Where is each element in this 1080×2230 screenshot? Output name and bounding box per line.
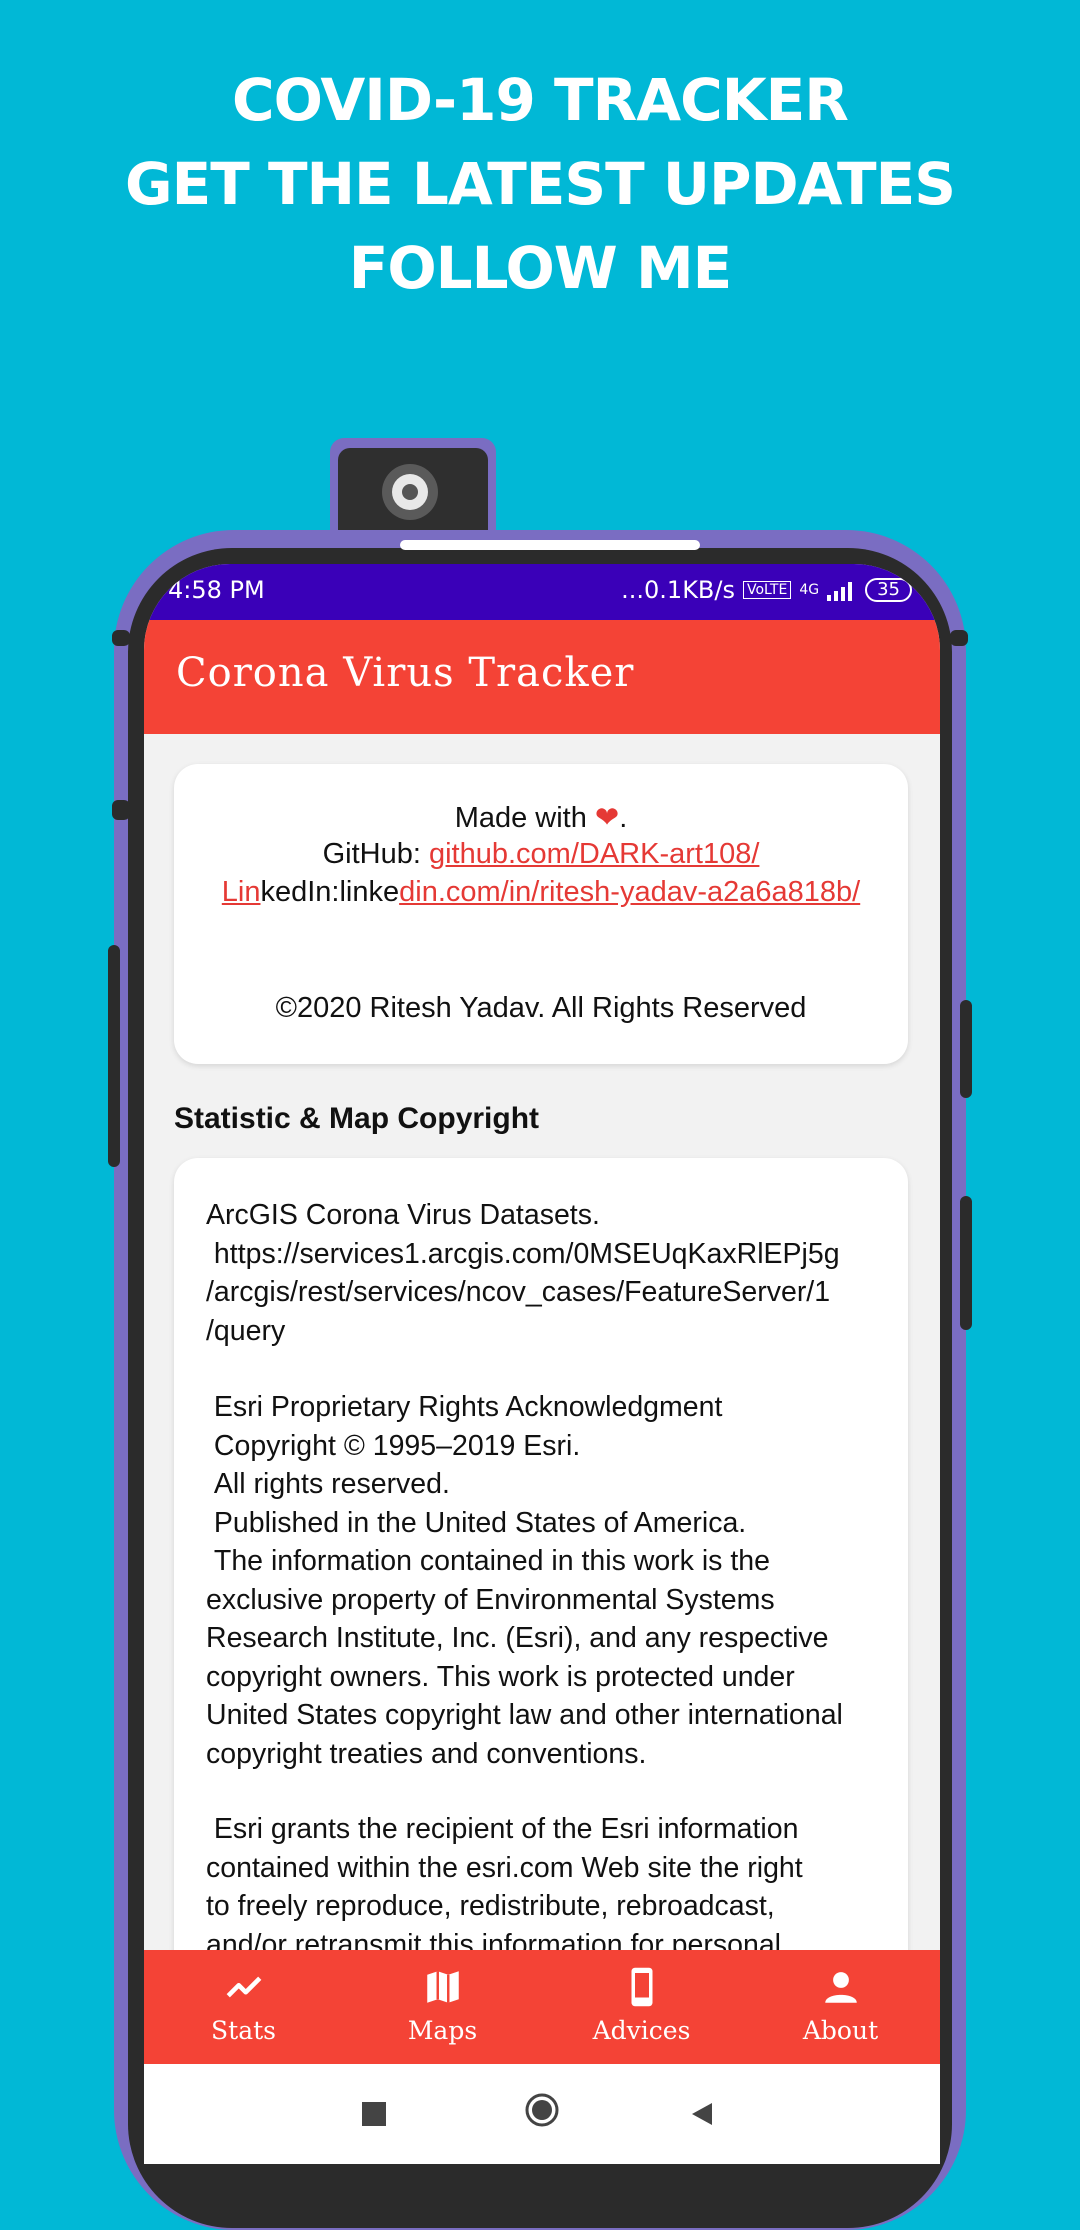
linkedin-line: LinkedIn:linkedin.com/in/ritesh-yadav-a2… bbox=[174, 876, 908, 909]
side-button-left-top bbox=[112, 630, 130, 646]
promo-headline: COVID-19 TRACKER GET THE LATEST UPDATES … bbox=[0, 58, 1080, 310]
nav-item-advices[interactable]: Advices bbox=[542, 1950, 741, 2064]
system-navigation-bar bbox=[144, 2064, 940, 2164]
side-button-right-top bbox=[950, 630, 968, 646]
datasets-paragraph: ArcGIS Corona Virus Datasets. https://se… bbox=[206, 1199, 840, 1347]
nav-item-maps[interactable]: Maps bbox=[343, 1950, 542, 2064]
heart-icon: ❤ bbox=[594, 802, 620, 834]
headline-line-3: FOLLOW ME bbox=[348, 234, 733, 302]
side-button-left-long bbox=[108, 945, 120, 1167]
recents-button[interactable] bbox=[362, 2102, 386, 2126]
map-icon bbox=[427, 1971, 459, 2003]
copyright-card: ArcGIS Corona Virus Datasets. https://se… bbox=[174, 1158, 908, 2058]
bottom-navigation: Stats Maps Advices About bbox=[144, 1950, 940, 2064]
signal-icon bbox=[827, 582, 853, 601]
github-label: GitHub: bbox=[322, 838, 429, 870]
section-title: Statistic & Map Copyright bbox=[174, 1102, 540, 1135]
status-time: 4:58 PM bbox=[168, 576, 265, 604]
home-button[interactable] bbox=[524, 2092, 560, 2128]
battery-indicator: 35 bbox=[865, 578, 912, 602]
app-bar: Corona Virus Tracker bbox=[144, 620, 940, 734]
github-link[interactable]: github.com/DARK-art108/ bbox=[429, 838, 759, 870]
esri-rights-paragraph: Esri Proprietary Rights Acknowledgment C… bbox=[206, 1391, 843, 1770]
nav-label-maps: Maps bbox=[407, 2016, 478, 2045]
phone-screen: 4:58 PM ...0.1KB/s VoLTE 4G 35 Corona Vi… bbox=[144, 564, 940, 2164]
esri-grant-paragraph: Esri grants the recipient of the Esri in… bbox=[206, 1813, 803, 1961]
side-button-left-mid bbox=[112, 800, 130, 820]
made-with-line: Made with ❤. bbox=[174, 800, 908, 835]
back-button[interactable] bbox=[688, 2100, 716, 2128]
camera-lens-center bbox=[402, 484, 418, 500]
nav-label-about: About bbox=[802, 2016, 879, 2045]
person-icon bbox=[825, 1972, 857, 2003]
nav-label-advices: Advices bbox=[592, 2016, 691, 2045]
nav-item-stats[interactable]: Stats bbox=[144, 1950, 343, 2064]
linkedin-label: kedIn:linke bbox=[260, 876, 400, 908]
app-title: Corona Virus Tracker bbox=[176, 650, 635, 696]
signal-type: 4G bbox=[799, 582, 820, 598]
network-speed: ...0.1KB/s bbox=[621, 576, 735, 604]
earpiece-speaker bbox=[400, 540, 700, 550]
nav-item-about[interactable]: About bbox=[741, 1950, 940, 2064]
github-line: GitHub: github.com/DARK-art108/ bbox=[174, 838, 908, 871]
nav-label-stats: Stats bbox=[211, 2016, 276, 2045]
about-card: Made with ❤. GitHub: github.com/DARK-art… bbox=[174, 764, 908, 1064]
status-bar: 4:58 PM ...0.1KB/s VoLTE 4G 35 bbox=[144, 564, 940, 620]
power-button bbox=[960, 1000, 972, 1098]
trending-up-icon bbox=[226, 1976, 262, 1998]
made-with-period: . bbox=[619, 802, 628, 834]
linkedin-link-prefix[interactable]: Lin bbox=[222, 876, 261, 908]
volume-button bbox=[960, 1196, 972, 1330]
headline-line-2: GET THE LATEST UPDATES bbox=[124, 150, 956, 218]
phone-icon bbox=[631, 1967, 653, 2007]
copyright-text: ©2020 Ritesh Yadav. All Rights Reserved bbox=[275, 992, 807, 1024]
status-indicators: ...0.1KB/s VoLTE 4G 35 bbox=[621, 576, 912, 604]
about-content[interactable]: Made with ❤. GitHub: github.com/DARK-art… bbox=[144, 734, 940, 2058]
headline-line-1: COVID-19 TRACKER bbox=[232, 66, 849, 134]
linkedin-link[interactable]: din.com/in/ritesh-yadav-a2a6a818b/ bbox=[399, 876, 860, 908]
made-with-text: Made with bbox=[454, 802, 587, 834]
volte-icon: VoLTE bbox=[743, 581, 792, 599]
